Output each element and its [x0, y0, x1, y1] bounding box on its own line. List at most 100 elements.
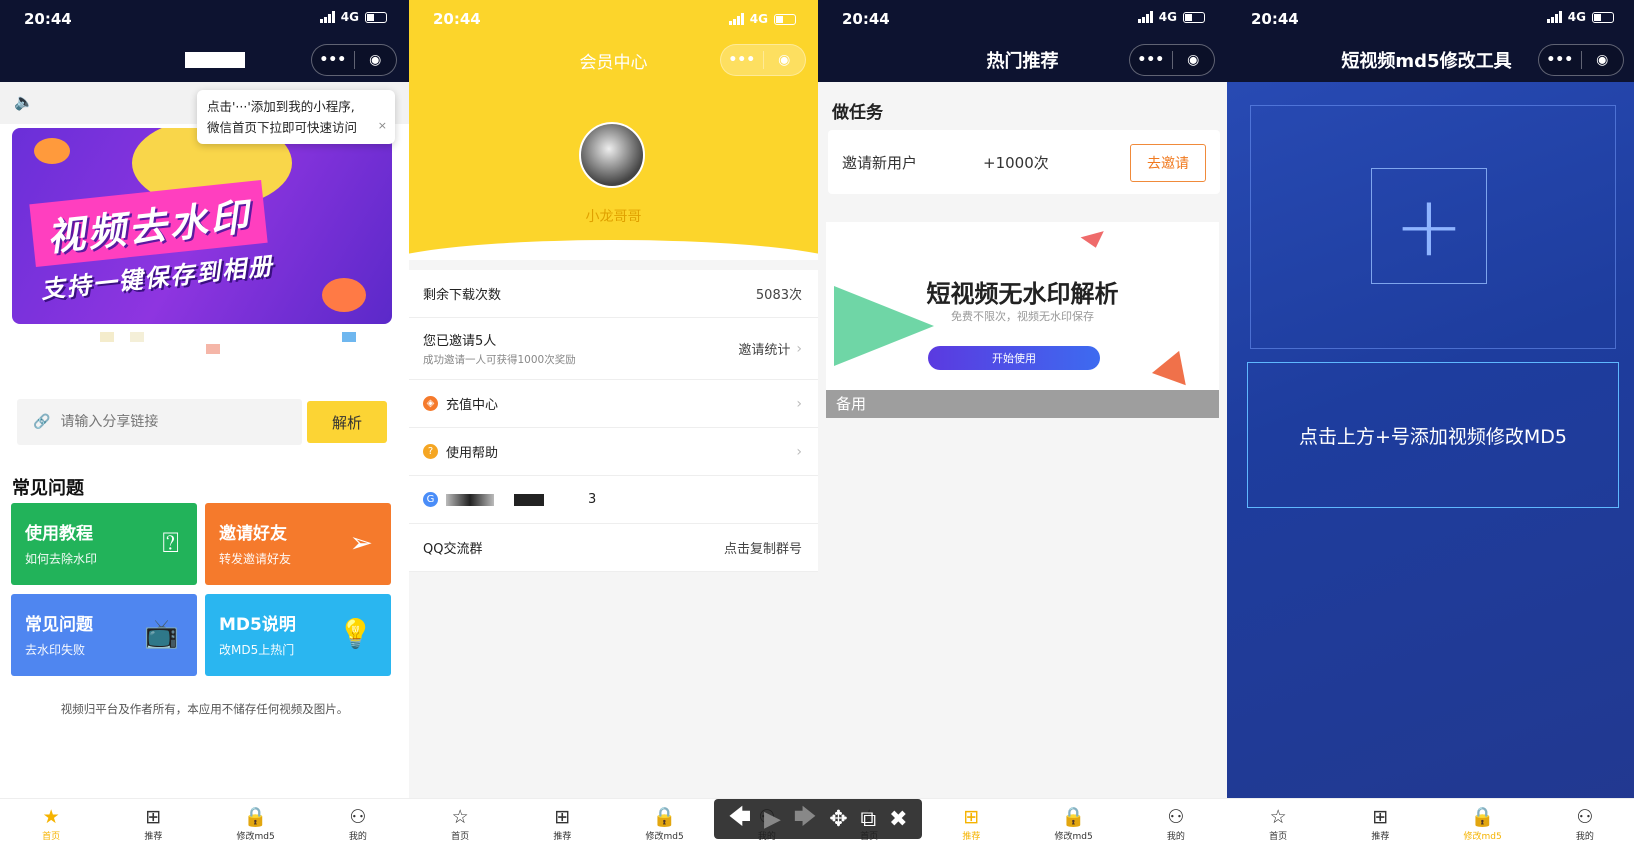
tab-modify[interactable]: 🔒 修改md5 [1432, 799, 1534, 850]
promo-banner[interactable]: 视频去水印 支持一键保存到相册 [12, 128, 392, 324]
close-mini-program-icon[interactable]: ◉ [1582, 45, 1624, 75]
tab-mine[interactable]: ⚇ 我的 [307, 799, 409, 850]
paper-plane-icon: ➢ [349, 526, 373, 559]
play-icon[interactable]: ▶ [764, 807, 781, 832]
shield-icon: ◈ [423, 396, 438, 411]
tab-label: 首页 [451, 832, 470, 842]
link-icon: 🔗 [33, 414, 51, 430]
section-title: 做任务 [832, 103, 883, 123]
avatar[interactable] [579, 122, 645, 188]
ad-banner[interactable]: 短视频无水印解析 免费不限次，视频无水印保存 开始使用 备用 [826, 222, 1219, 418]
parse-button[interactable]: 解析 [307, 401, 387, 443]
mini-program-capsule[interactable]: ••• ◉ [1538, 44, 1624, 76]
more-icon[interactable]: ••• [721, 45, 763, 75]
ad-start-button[interactable]: 开始使用 [928, 346, 1100, 370]
tab-mine[interactable]: ⚇ 我的 [1534, 799, 1634, 850]
grid-icon: ⊞ [963, 806, 980, 828]
mini-program-capsule[interactable]: ••• ◉ [311, 44, 397, 76]
qq-action[interactable]: 点击复制群号 [724, 538, 802, 557]
tab-label: 我的 [1575, 832, 1594, 842]
close-icon[interactable]: ✖ [889, 807, 907, 832]
tab-bar: ☆ 首页 ⊞ 推荐 🔒 修改md5 ⚇ 我的 [1227, 798, 1634, 850]
tab-modify[interactable]: 🔒 修改md5 [205, 799, 307, 850]
blurred-text [514, 493, 544, 506]
tab-recommend[interactable]: ⊞ 推荐 [511, 799, 613, 850]
task-label: 邀请新用户 [842, 153, 918, 172]
tab-label: 修改md5 [645, 832, 684, 842]
tab-label: 推荐 [962, 832, 981, 842]
card-md5[interactable]: MD5说明 改MD5上热门 💡 [205, 594, 391, 676]
card-tutorial[interactable]: 使用教程 如何去除水印 ⍰ [11, 503, 197, 585]
signal-icon [728, 13, 744, 25]
more-icon[interactable]: ••• [1539, 45, 1581, 75]
lock-icon: 🔒 [652, 806, 677, 828]
star-icon: ★ [42, 806, 60, 828]
network-label: 4G [749, 12, 768, 26]
tab-label: 首页 [42, 832, 61, 842]
more-icon[interactable]: ••• [1130, 45, 1172, 75]
tab-label: 推荐 [144, 832, 163, 842]
page-title: 会员中心 [579, 52, 648, 73]
navbar: ••• ◉ [0, 38, 409, 82]
close-mini-program-icon[interactable]: ◉ [764, 45, 806, 75]
card-faq[interactable]: 常见问题 去水印失败 📺 [11, 594, 197, 676]
battery-icon [774, 13, 796, 25]
tab-modify[interactable]: 🔒 修改md5 [1023, 799, 1125, 850]
md5-hint: 点击上方+号添加视频修改MD5 [1247, 362, 1619, 508]
move-icon[interactable]: ✥ [829, 807, 847, 832]
card-subtitle: 如何去除水印 [25, 552, 98, 566]
tab-recommend[interactable]: ⊞ 推荐 [1329, 799, 1431, 850]
page-title: 短视频md5修改工具 [1341, 51, 1512, 72]
tab-home[interactable]: ★ 首页 [0, 799, 102, 850]
arrow-left-icon[interactable]: 🡄 [728, 800, 751, 838]
row-group[interactable]: G 3 [409, 476, 818, 524]
tab-mine[interactable]: ⚇ 我的 [1125, 799, 1227, 850]
tab-label: 推荐 [1371, 832, 1390, 842]
status-indicators: 4G [728, 12, 796, 26]
share-link-field[interactable]: 🔗 [17, 399, 302, 445]
share-icon[interactable]: ⧉ [861, 807, 877, 832]
row-invited[interactable]: 您已邀请5人 成功邀请一人可获得1000次奖励 邀请统计 › [409, 318, 818, 380]
tab-label: 修改md5 [236, 832, 275, 842]
tab-label: 修改md5 [1463, 832, 1502, 842]
arrow-right-icon[interactable]: 🡆 [794, 800, 817, 838]
status-indicators: 4G [319, 10, 387, 24]
row-qq[interactable]: QQ交流群 点击复制群号 [409, 524, 818, 572]
navbar: 短视频md5修改工具 ••• ◉ [1227, 38, 1634, 82]
more-icon[interactable]: ••• [312, 45, 354, 75]
tab-home[interactable]: ☆ 首页 [1227, 799, 1329, 850]
tab-label: 我的 [348, 832, 367, 842]
tooltip-close-icon[interactable]: × [378, 115, 387, 136]
chevron-right-icon: › [796, 443, 802, 460]
add-video-button[interactable]: + [1371, 168, 1487, 284]
mini-program-capsule[interactable]: ••• ◉ [1129, 44, 1215, 76]
tab-modify[interactable]: 🔒 修改md5 [614, 799, 716, 850]
ad-decoration [1080, 231, 1108, 251]
network-label: 4G [1567, 10, 1586, 24]
speaker-icon: 🔈 [14, 92, 34, 111]
remaining-label: 剩余下载次数 [423, 288, 502, 303]
tab-label: 首页 [1269, 832, 1288, 842]
link-input-row: 🔗 解析 [17, 399, 392, 445]
username: 小龙哥哥 [585, 209, 642, 225]
card-invite[interactable]: 邀请好友 转发邀请好友 ➢ [205, 503, 391, 585]
invited-sub: 成功邀请一人可获得1000次奖励 [423, 354, 576, 366]
row-recharge[interactable]: ◈ 充值中心 › [409, 380, 818, 428]
notice-bar: 🔈 点击'···'添加到我的小程序, 微信首页下拉即可快速访问 × [0, 82, 409, 144]
invite-button[interactable]: 去邀请 [1130, 144, 1206, 182]
close-mini-program-icon[interactable]: ◉ [1173, 45, 1215, 75]
group-count: 3 [588, 492, 597, 507]
share-link-input[interactable] [60, 414, 281, 430]
tab-recommend[interactable]: ⊞ 推荐 [102, 799, 204, 850]
tab-home[interactable]: ☆ 首页 [409, 799, 511, 850]
help-label: 使用帮助 [446, 446, 499, 461]
blurred-area [12, 332, 392, 354]
task-card: 邀请新用户 +1000次 去邀请 [828, 130, 1220, 194]
row-help[interactable]: ? 使用帮助 › [409, 428, 818, 476]
tab-recommend[interactable]: ⊞ 推荐 [920, 799, 1022, 850]
tab-label: 我的 [1166, 832, 1185, 842]
mini-program-capsule[interactable]: ••• ◉ [720, 44, 806, 76]
header-wave [409, 240, 818, 260]
close-mini-program-icon[interactable]: ◉ [355, 45, 397, 75]
invite-stats-label: 邀请统计 [738, 343, 791, 358]
